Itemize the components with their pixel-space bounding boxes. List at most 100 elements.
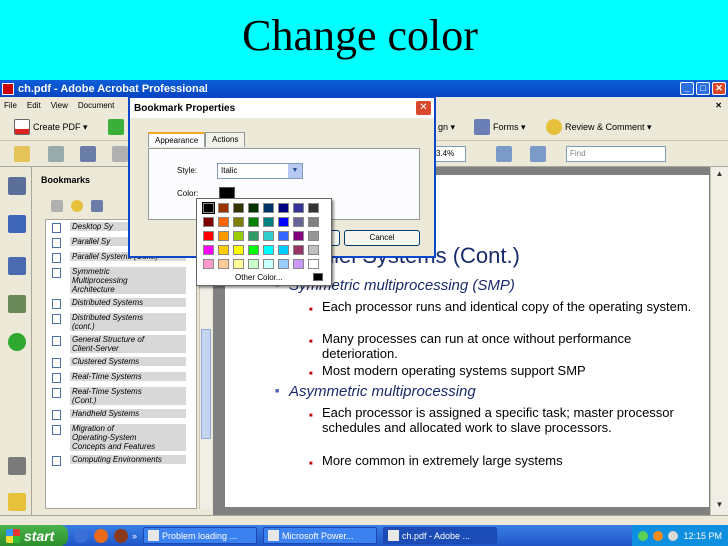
pages-icon[interactable] — [8, 177, 26, 195]
color-swatch[interactable] — [218, 203, 229, 213]
fit-page-button[interactable] — [530, 144, 546, 164]
color-swatch[interactable] — [308, 245, 319, 255]
email-button[interactable] — [112, 144, 128, 164]
create-pdf-button[interactable]: Create PDF ▾ — [14, 117, 88, 137]
close-document-button[interactable]: ✕ — [715, 101, 722, 110]
firefox-icon[interactable] — [94, 528, 108, 543]
quicklaunch-chevron[interactable]: » — [132, 531, 137, 541]
scroll-down-icon[interactable]: ▼ — [713, 500, 726, 513]
maximize-button[interactable]: □ — [696, 82, 710, 95]
bookmark-item[interactable]: General Structure of Client-Server — [46, 333, 196, 355]
color-swatch[interactable] — [202, 202, 215, 214]
bookmark-options-icon[interactable] — [91, 200, 103, 212]
style-select[interactable]: Italic ▼ — [217, 163, 303, 179]
color-swatch[interactable] — [218, 217, 229, 227]
scroll-up-icon[interactable]: ▲ — [713, 169, 726, 182]
bookmark-item[interactable]: Handheld Systems — [46, 407, 196, 422]
color-swatch[interactable] — [278, 259, 289, 269]
color-swatch[interactable] — [263, 231, 274, 241]
media-icon[interactable] — [114, 528, 128, 543]
color-swatch[interactable] — [263, 217, 274, 227]
other-color-swatch[interactable] — [313, 273, 323, 281]
color-swatch[interactable] — [278, 231, 289, 241]
save-button[interactable] — [80, 144, 96, 164]
zoom-field[interactable]: 3.4% — [432, 146, 466, 162]
bookmark-item[interactable]: Clustered Systems — [46, 355, 196, 370]
start-button[interactable]: start — [0, 525, 68, 546]
bookmark-item[interactable]: Symmetric Multiprocessing Architecture — [46, 265, 196, 296]
scroll-thumb[interactable] — [201, 329, 211, 439]
color-swatch[interactable] — [248, 231, 259, 241]
color-swatch[interactable] — [233, 203, 244, 213]
signatures-icon[interactable] — [8, 295, 26, 313]
color-swatch[interactable] — [308, 259, 319, 269]
bookmark-item[interactable]: Computing Environments — [46, 453, 196, 468]
task-firefox[interactable]: Problem loading ... — [143, 527, 258, 544]
color-swatch[interactable] — [278, 203, 289, 213]
color-swatch[interactable] — [308, 203, 319, 213]
new-bookmark-icon[interactable] — [71, 200, 83, 212]
antivirus-icon[interactable] — [653, 530, 664, 541]
sign-button[interactable]: gn ▾ — [438, 117, 455, 137]
tab-actions[interactable]: Actions — [205, 132, 246, 147]
delete-bookmark-icon[interactable] — [51, 200, 63, 212]
layers-icon[interactable] — [8, 257, 26, 275]
task-powerpoint[interactable]: Microsoft Power... — [263, 527, 378, 544]
color-swatch[interactable] — [293, 203, 304, 213]
menu-view[interactable]: View — [51, 101, 68, 110]
window-titlebar[interactable]: ch.pdf - Adobe Acrobat Professional _ □ … — [0, 80, 728, 97]
color-swatch[interactable] — [293, 231, 304, 241]
minimize-button[interactable]: _ — [680, 82, 694, 95]
internet-explorer-icon[interactable] — [74, 528, 88, 543]
color-swatch[interactable] — [263, 245, 274, 255]
color-swatch[interactable] — [248, 259, 259, 269]
forms-button[interactable]: Forms ▾ — [474, 117, 526, 137]
fit-width-button[interactable] — [496, 144, 512, 164]
find-input[interactable]: Find — [566, 146, 666, 162]
color-swatch[interactable] — [218, 259, 229, 269]
color-swatch[interactable] — [248, 217, 259, 227]
comments-icon[interactable] — [8, 493, 26, 511]
review-comment-button[interactable]: Review & Comment ▾ — [546, 117, 652, 137]
task-acrobat[interactable]: ch.pdf - Adobe ... — [383, 527, 498, 544]
color-swatch[interactable] — [263, 203, 274, 213]
other-color-option[interactable]: Other Color... — [235, 273, 283, 282]
color-swatch[interactable] — [233, 245, 244, 255]
color-swatch[interactable] — [293, 259, 304, 269]
cancel-button[interactable]: Cancel — [344, 230, 420, 246]
color-swatch[interactable] — [203, 231, 214, 241]
color-swatch[interactable] — [248, 245, 259, 255]
color-swatch[interactable] — [248, 203, 259, 213]
chevron-down-icon[interactable]: ▼ — [288, 164, 302, 178]
color-swatch[interactable] — [308, 231, 319, 241]
network-icon[interactable] — [638, 530, 649, 541]
menu-document[interactable]: Document — [78, 101, 114, 110]
color-swatch[interactable] — [203, 259, 214, 269]
bookmark-item[interactable]: Migration of Operating-System Concepts a… — [46, 422, 196, 453]
color-swatch[interactable] — [233, 259, 244, 269]
help-icon[interactable] — [8, 333, 26, 351]
attachments-icon[interactable] — [8, 457, 26, 475]
bookmarks-icon[interactable] — [8, 215, 26, 233]
color-swatch[interactable] — [293, 245, 304, 255]
bookmark-item[interactable]: Real-Time Systems (Cont.) — [46, 385, 196, 407]
open-button[interactable] — [14, 144, 30, 164]
bookmark-item[interactable]: Real-Time Systems — [46, 370, 196, 385]
color-swatch[interactable] — [218, 245, 229, 255]
close-button[interactable]: ✕ — [712, 82, 726, 95]
color-swatch[interactable] — [203, 217, 214, 227]
print-button[interactable] — [48, 144, 64, 164]
color-swatch[interactable] — [278, 245, 289, 255]
color-swatch[interactable] — [308, 217, 319, 227]
color-swatch[interactable] — [233, 217, 244, 227]
dialog-close-button[interactable]: ✕ — [415, 100, 432, 116]
tab-appearance[interactable]: Appearance — [148, 132, 206, 147]
color-swatch[interactable] — [263, 259, 274, 269]
menu-file[interactable]: File — [4, 101, 17, 110]
color-swatch[interactable] — [293, 217, 304, 227]
color-swatch[interactable] — [278, 217, 289, 227]
menu-edit[interactable]: Edit — [27, 101, 41, 110]
bookmark-item[interactable]: Distributed Systems (cont.) — [46, 311, 196, 333]
color-swatch[interactable] — [218, 231, 229, 241]
color-swatch[interactable] — [233, 231, 244, 241]
